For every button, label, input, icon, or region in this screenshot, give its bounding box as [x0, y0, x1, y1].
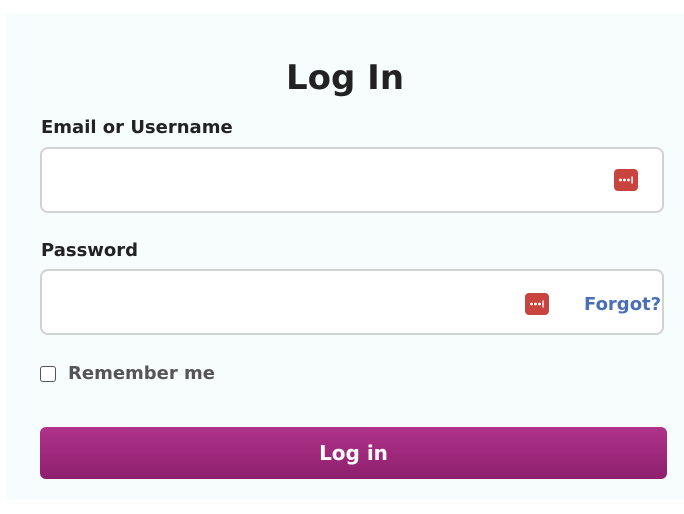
password-input[interactable]	[54, 271, 518, 335]
login-panel: Log In Email or Username Password Forgot…	[6, 14, 684, 499]
email-field[interactable]	[40, 147, 664, 213]
remember-me-checkbox[interactable]	[40, 366, 56, 382]
password-manager-icon[interactable]	[614, 169, 638, 191]
remember-me-label: Remember me	[68, 363, 215, 384]
login-button[interactable]: Log in	[40, 427, 667, 479]
password-field[interactable]: Forgot?	[40, 269, 664, 335]
email-label: Email or Username	[41, 117, 233, 138]
email-input[interactable]	[54, 149, 598, 213]
forgot-password-link[interactable]: Forgot?	[584, 294, 661, 316]
remember-me[interactable]: Remember me	[40, 363, 215, 385]
password-manager-icon[interactable]	[525, 293, 549, 315]
password-label: Password	[41, 240, 139, 261]
page-title: Log In	[285, 58, 405, 98]
